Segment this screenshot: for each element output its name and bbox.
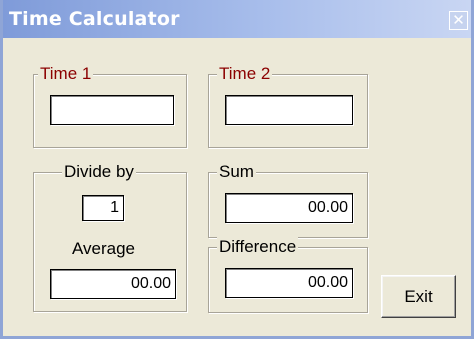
- time2-input[interactable]: [225, 95, 353, 125]
- difference-label: Difference: [217, 236, 299, 258]
- average-label: Average: [72, 239, 136, 258]
- exit-button[interactable]: Exit: [381, 275, 456, 318]
- time2-group: Time 2: [208, 63, 368, 148]
- title-bar[interactable]: Time Calculator ✕: [3, 0, 471, 38]
- time-calculator-window: Time Calculator ✕ Time 1 Time 2 Divide b…: [0, 0, 474, 339]
- time1-label: Time 1: [38, 63, 94, 85]
- sum-output: [225, 193, 353, 223]
- time1-input[interactable]: [50, 95, 174, 125]
- average-output: [50, 269, 176, 299]
- divide-by-label: Divide by: [62, 161, 136, 183]
- difference-output: [225, 268, 353, 298]
- divide-by-input[interactable]: [82, 195, 124, 221]
- time1-group: Time 1: [33, 63, 187, 148]
- close-button[interactable]: ✕: [449, 11, 468, 30]
- sum-label: Sum: [217, 161, 256, 183]
- difference-group: Difference: [208, 236, 368, 313]
- window-title: Time Calculator: [9, 8, 180, 30]
- time2-label: Time 2: [217, 63, 273, 85]
- sum-group: Sum: [208, 161, 368, 238]
- close-icon: ✕: [452, 11, 465, 29]
- divide-average-group: Divide by Average: [33, 161, 187, 312]
